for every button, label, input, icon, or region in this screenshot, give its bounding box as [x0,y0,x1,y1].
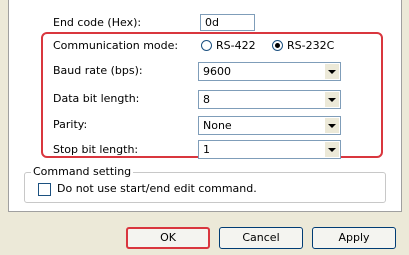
baud-rate-value: 9600 [203,65,231,78]
parity-value: None [203,119,232,132]
chevron-down-icon[interactable] [324,64,339,79]
chevron-down-icon[interactable] [324,92,339,107]
parity-select[interactable]: None [198,116,341,135]
cancel-button[interactable]: Cancel [219,227,303,249]
stop-bit-length-label: Stop bit length: [53,143,139,156]
baud-rate-select[interactable]: 9600 [198,62,341,81]
end-code-input[interactable]: 0d [200,14,255,31]
apply-button[interactable]: Apply [312,227,396,249]
communication-mode-label: Communication mode: [53,39,179,52]
radio-rs422-label[interactable]: RS-422 [216,39,256,52]
radio-rs232c[interactable] [272,40,283,51]
parity-label: Parity: [53,118,88,131]
no-edit-command-label[interactable]: Do not use start/end edit command. [57,182,257,195]
command-setting-title: Command setting [31,165,134,178]
stop-bit-length-select[interactable]: 1 [198,140,341,159]
data-bit-length-value: 8 [203,93,210,106]
stop-bit-length-value: 1 [203,143,210,156]
baud-rate-label: Baud rate (bps): [53,64,143,77]
radio-rs422[interactable] [201,40,212,51]
end-code-label: End code (Hex): [53,16,142,29]
ok-button[interactable]: OK [126,227,210,249]
no-edit-command-checkbox[interactable] [38,183,51,196]
chevron-down-icon[interactable] [324,142,339,157]
radio-rs232c-label[interactable]: RS-232C [287,39,334,52]
data-bit-length-label: Data bit length: [53,92,140,105]
chevron-down-icon[interactable] [324,118,339,133]
data-bit-length-select[interactable]: 8 [198,90,341,109]
